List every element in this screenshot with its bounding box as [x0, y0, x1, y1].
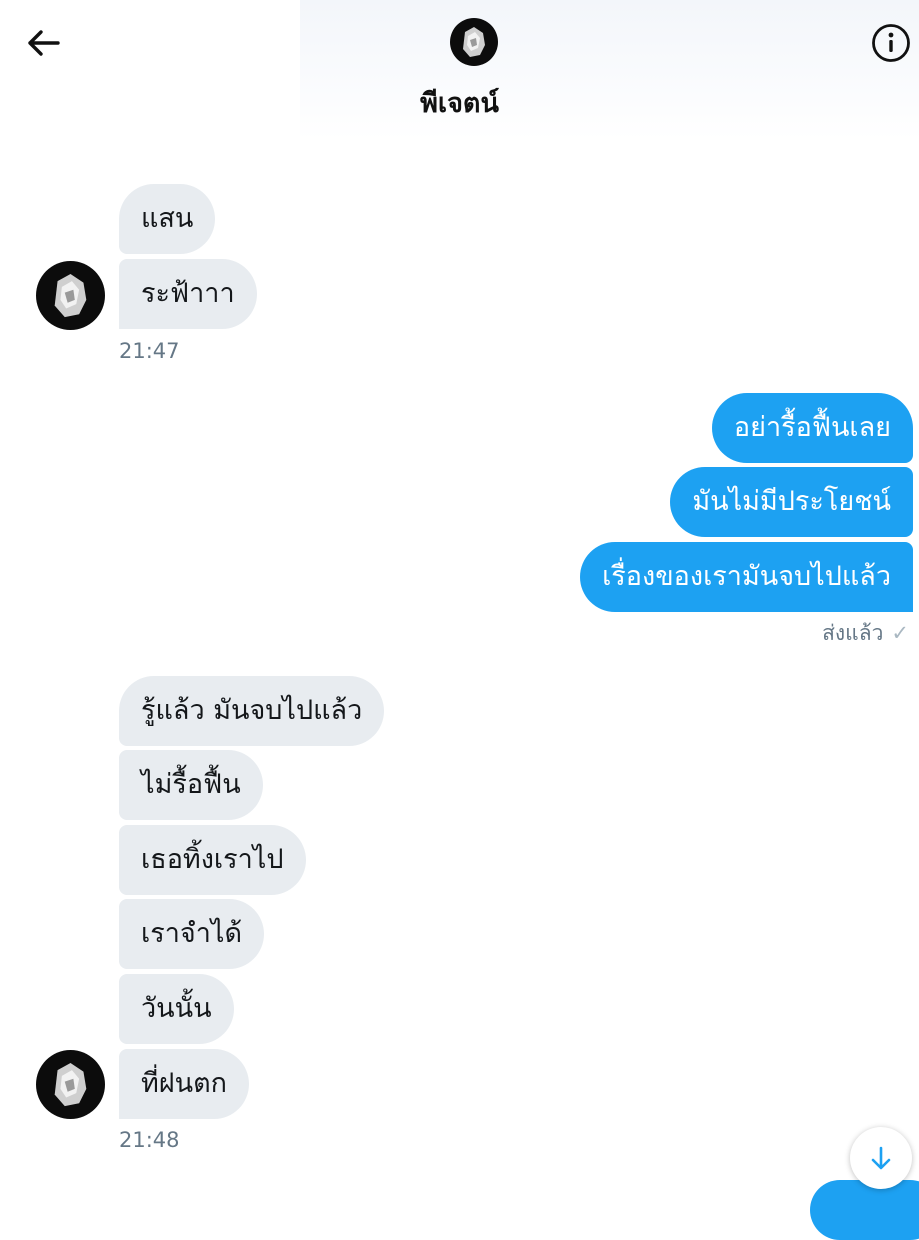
message-status: ส่งแล้ว ✓ — [822, 620, 909, 646]
message-timestamp: 21:47 — [119, 339, 180, 363]
contact-avatar — [36, 261, 105, 330]
status-label: ส่งแล้ว — [822, 621, 884, 645]
message-bubble[interactable]: เธอทิ้งเราไป — [119, 825, 306, 895]
info-circle-icon — [872, 24, 910, 62]
contact-avatar — [36, 1050, 105, 1119]
message-bubble[interactable]: ที่ฝนตก — [119, 1049, 249, 1119]
message-bubble[interactable]: เราจำได้ — [119, 899, 264, 969]
message-bubble[interactable]: ระฟ้าาา — [119, 259, 257, 329]
avatar[interactable] — [36, 1050, 105, 1119]
info-button[interactable] — [868, 20, 914, 66]
back-button[interactable] — [22, 22, 64, 64]
message-timestamp: 21:48 — [119, 1128, 180, 1152]
scroll-to-bottom-button[interactable] — [850, 1127, 912, 1189]
message-bubble[interactable]: ไม่รื้อฟื้น — [119, 750, 263, 820]
message-bubble[interactable]: มันไม่มีประโยชน์ — [670, 467, 913, 537]
arrow-left-icon — [28, 30, 60, 56]
avatar[interactable] — [36, 261, 105, 330]
message-bubble[interactable]: อย่ารื้อฟื้นเลย — [711, 393, 913, 463]
contact-avatar — [450, 18, 498, 66]
message-bubble[interactable]: เรื่องของเรามันจบไปแล้ว — [580, 542, 913, 612]
arrow-down-icon — [871, 1146, 891, 1170]
message-bubble[interactable]: แสน — [119, 184, 216, 254]
checkmark-icon: ✓ — [891, 621, 909, 645]
message-bubble-partial[interactable] — [810, 1180, 919, 1240]
header-avatar[interactable] — [450, 18, 498, 66]
message-bubble[interactable]: รู้แล้ว มันจบไปแล้ว — [119, 676, 385, 746]
conversation-title: พีเจตน์ — [420, 88, 499, 119]
message-bubble[interactable]: วันนั้น — [119, 974, 234, 1044]
